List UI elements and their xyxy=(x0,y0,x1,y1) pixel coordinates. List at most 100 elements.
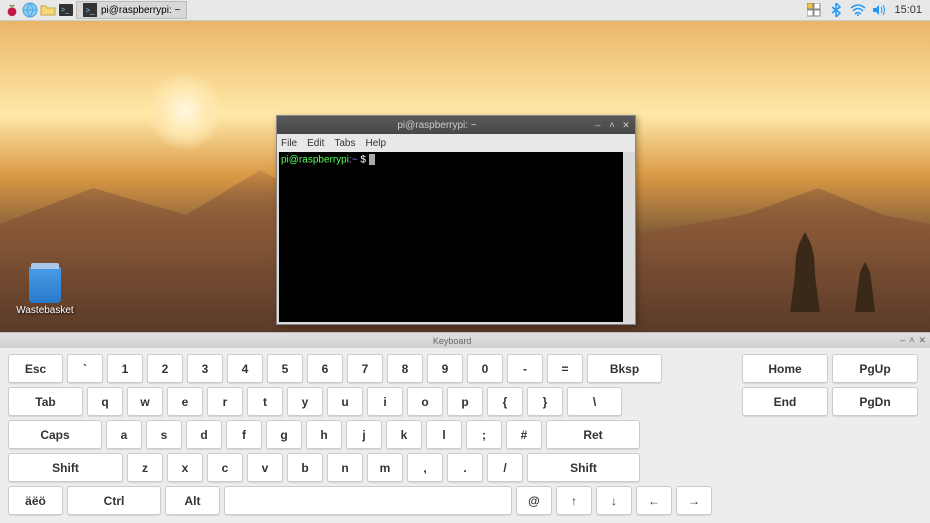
applet-icon[interactable] xyxy=(806,2,822,18)
key-t[interactable]: t xyxy=(247,387,283,416)
wastebasket-label: Wastebasket xyxy=(15,305,75,316)
key-8[interactable]: 8 xyxy=(387,354,423,383)
key-x[interactable]: x xyxy=(167,453,203,482)
key-at[interactable]: @ xyxy=(516,486,552,515)
key-d[interactable]: d xyxy=(186,420,222,449)
key-k[interactable]: k xyxy=(386,420,422,449)
key-minus[interactable]: - xyxy=(507,354,543,383)
key-brace-left[interactable]: { xyxy=(487,387,523,416)
menu-help[interactable]: Help xyxy=(365,138,386,149)
key-pgdn[interactable]: PgDn xyxy=(832,387,918,416)
key-c[interactable]: c xyxy=(207,453,243,482)
key-backtick[interactable]: ` xyxy=(67,354,103,383)
terminal-body[interactable]: pi@raspberrypi:~ $ xyxy=(279,152,633,322)
key-b[interactable]: b xyxy=(287,453,323,482)
cursor xyxy=(369,154,375,165)
trash-icon xyxy=(29,267,61,303)
key-1[interactable]: 1 xyxy=(107,354,143,383)
key-j[interactable]: j xyxy=(346,420,382,449)
key-p[interactable]: p xyxy=(447,387,483,416)
wastebasket-icon[interactable]: Wastebasket xyxy=(15,267,75,316)
key-esc[interactable]: Esc xyxy=(8,354,63,383)
key-return[interactable]: Ret xyxy=(546,420,640,449)
key-right[interactable]: → xyxy=(676,486,712,515)
menu-tabs[interactable]: Tabs xyxy=(334,138,355,149)
key-w[interactable]: w xyxy=(127,387,163,416)
key-home[interactable]: Home xyxy=(742,354,828,383)
app-menu-icon[interactable] xyxy=(4,2,20,18)
key-backslash[interactable]: \ xyxy=(567,387,622,416)
key-down[interactable]: ↓ xyxy=(596,486,632,515)
keyboard-main: Esc ` 1 2 3 4 5 6 7 8 9 0 - = Bksp Tab q… xyxy=(8,354,712,517)
key-m[interactable]: m xyxy=(367,453,403,482)
key-end[interactable]: End xyxy=(742,387,828,416)
key-alt[interactable]: Alt xyxy=(165,486,220,515)
key-r[interactable]: r xyxy=(207,387,243,416)
key-backspace[interactable]: Bksp xyxy=(587,354,662,383)
key-period[interactable]: . xyxy=(447,453,483,482)
close-button[interactable]: ✕ xyxy=(621,120,631,130)
file-manager-icon[interactable] xyxy=(40,2,56,18)
key-pgup[interactable]: PgUp xyxy=(832,354,918,383)
key-0[interactable]: 0 xyxy=(467,354,503,383)
key-comma[interactable]: , xyxy=(407,453,443,482)
menu-file[interactable]: File xyxy=(281,138,297,149)
key-tab[interactable]: Tab xyxy=(8,387,83,416)
prompt-user: pi@raspberrypi xyxy=(281,155,349,166)
kb-close-button[interactable]: ✕ xyxy=(918,335,926,346)
key-hash[interactable]: # xyxy=(506,420,542,449)
key-ctrl[interactable]: Ctrl xyxy=(67,486,161,515)
taskbar: >_ >_ pi@raspberrypi: ~ 15:01 xyxy=(0,0,930,21)
key-semicolon[interactable]: ; xyxy=(466,420,502,449)
key-s[interactable]: s xyxy=(146,420,182,449)
wifi-icon[interactable] xyxy=(850,2,866,18)
key-n[interactable]: n xyxy=(327,453,363,482)
terminal-title: pi@raspberrypi: ~ xyxy=(281,120,593,131)
terminal-titlebar[interactable]: pi@raspberrypi: ~ – ˄ ✕ xyxy=(277,116,635,134)
key-q[interactable]: q xyxy=(87,387,123,416)
prompt-dollar: $ xyxy=(358,155,369,166)
key-2[interactable]: 2 xyxy=(147,354,183,383)
key-brace-right[interactable]: } xyxy=(527,387,563,416)
key-5[interactable]: 5 xyxy=(267,354,303,383)
kb-maximize-button[interactable]: ˄ xyxy=(909,335,914,346)
key-3[interactable]: 3 xyxy=(187,354,223,383)
key-equals[interactable]: = xyxy=(547,354,583,383)
terminal-launcher-icon[interactable]: >_ xyxy=(58,2,74,18)
key-left[interactable]: ← xyxy=(636,486,672,515)
key-i[interactable]: i xyxy=(367,387,403,416)
key-9[interactable]: 9 xyxy=(427,354,463,383)
key-h[interactable]: h xyxy=(306,420,342,449)
key-f[interactable]: f xyxy=(226,420,262,449)
key-o[interactable]: o xyxy=(407,387,443,416)
key-space[interactable] xyxy=(224,486,512,515)
key-shift-left[interactable]: Shift xyxy=(8,453,123,482)
key-e[interactable]: e xyxy=(167,387,203,416)
key-l[interactable]: l xyxy=(426,420,462,449)
maximize-button[interactable]: ˄ xyxy=(607,120,617,130)
key-up[interactable]: ↑ xyxy=(556,486,592,515)
bluetooth-icon[interactable] xyxy=(828,2,844,18)
key-v[interactable]: v xyxy=(247,453,283,482)
key-u[interactable]: u xyxy=(327,387,363,416)
key-4[interactable]: 4 xyxy=(227,354,263,383)
menu-edit[interactable]: Edit xyxy=(307,138,324,149)
clock[interactable]: 15:01 xyxy=(894,4,926,16)
key-7[interactable]: 7 xyxy=(347,354,383,383)
key-z[interactable]: z xyxy=(127,453,163,482)
key-g[interactable]: g xyxy=(266,420,302,449)
terminal-scrollbar[interactable] xyxy=(623,152,633,322)
key-6[interactable]: 6 xyxy=(307,354,343,383)
keyboard-titlebar[interactable]: Keyboard – ˄ ✕ xyxy=(0,333,930,348)
taskbar-task-terminal[interactable]: >_ pi@raspberrypi: ~ xyxy=(76,1,187,19)
key-caps[interactable]: Caps xyxy=(8,420,102,449)
web-browser-icon[interactable] xyxy=(22,2,38,18)
key-accents[interactable]: äëö xyxy=(8,486,63,515)
key-y[interactable]: y xyxy=(287,387,323,416)
key-a[interactable]: a xyxy=(106,420,142,449)
volume-icon[interactable] xyxy=(872,2,888,18)
key-shift-right[interactable]: Shift xyxy=(527,453,640,482)
key-slash[interactable]: / xyxy=(487,453,523,482)
minimize-button[interactable]: – xyxy=(593,120,603,130)
kb-minimize-button[interactable]: – xyxy=(900,335,905,346)
